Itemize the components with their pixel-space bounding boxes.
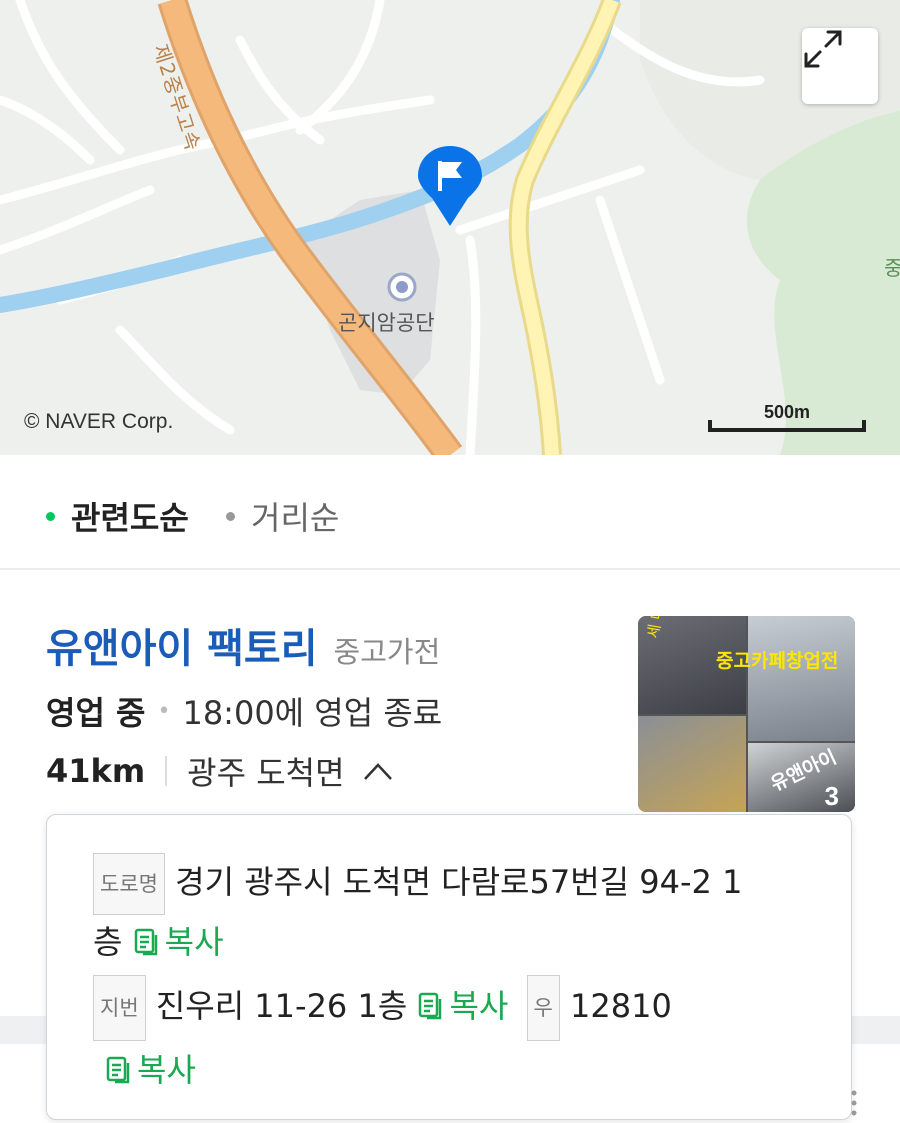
thumb-caption-2: 중고카페창업전 xyxy=(716,650,839,672)
divider xyxy=(165,756,168,786)
road-address-line1: 경기 광주시 도척면 다람로57번길 94-2 1 xyxy=(175,863,743,901)
map-copyright: © NAVER Corp. xyxy=(24,410,174,433)
scale-bar: 500m xyxy=(708,402,866,432)
place-category: 중고가전 xyxy=(333,635,441,669)
copy-label: 복사 xyxy=(137,1051,196,1089)
map-view[interactable]: 제2중부고속 곤지암공단 중 © NAVER Corp. 500m xyxy=(0,0,900,455)
chevron-up-icon[interactable] xyxy=(363,761,393,781)
place-name-link[interactable]: 유앤아이 팩토리 xyxy=(46,616,318,674)
location-row: 41km 광주 도척면 xyxy=(46,748,393,794)
lot-address: 지번 진우리 11-26 1층 복사 우 12810 복사 xyxy=(93,975,813,1099)
separator-dot: • xyxy=(157,698,171,724)
inactive-dot xyxy=(226,511,235,521)
sort-distance-label: 거리순 xyxy=(251,499,340,537)
copy-road-address-button[interactable]: 복사 xyxy=(133,923,224,961)
copy-label: 복사 xyxy=(164,923,224,961)
status-row: 영업 중 • 18:00에 영업 종료 xyxy=(46,688,442,734)
copy-postal-code-button[interactable]: 복사 xyxy=(105,1051,196,1089)
copy-label: 복사 xyxy=(449,987,509,1025)
road-address: 도로명 경기 광주시 도척면 다람로57번길 94-2 1 층 복사 xyxy=(93,853,813,969)
road-address-tag: 도로명 xyxy=(93,853,165,915)
copy-icon xyxy=(419,992,442,1020)
active-dot xyxy=(46,511,55,521)
lot-address-text: 진우리 11-26 1층 xyxy=(155,987,408,1025)
title-row: 유앤아이 팩토리 중고가전 xyxy=(46,616,440,674)
postal-tag: 우 xyxy=(526,975,560,1041)
sort-options: 관련도순 거리순 xyxy=(0,455,900,570)
road-address-line2: 층 xyxy=(93,923,123,961)
region-toggle[interactable]: 광주 도척면 xyxy=(187,748,344,794)
expand-map-button[interactable] xyxy=(802,28,878,104)
closing-time: 18:00에 영업 종료 xyxy=(182,694,443,732)
open-status: 영업 중 xyxy=(46,694,146,732)
sort-distance[interactable]: 거리순 xyxy=(226,493,339,539)
address-popup: 도로명 경기 광주시 도척면 다람로57번길 94-2 1 층 복사 지번 진우… xyxy=(46,814,852,1120)
copy-icon xyxy=(134,928,157,956)
edge-label: 중 xyxy=(884,256,900,280)
flag-pin-icon[interactable] xyxy=(418,146,482,228)
lot-address-tag: 지번 xyxy=(93,975,146,1041)
copy-lot-address-button[interactable]: 복사 xyxy=(417,987,508,1025)
expand-icon xyxy=(804,30,842,68)
distance: 41km xyxy=(46,752,146,790)
place-thumbnail[interactable]: 세 매입 전문 중고카페창업전 유앤아이 3 xyxy=(638,616,855,812)
postal-code: 12810 xyxy=(570,987,672,1025)
place-label: 곤지암공단 xyxy=(338,311,435,335)
more-options-icon[interactable] xyxy=(850,1088,858,1118)
sort-relevance-label: 관련도순 xyxy=(71,499,189,537)
copy-icon xyxy=(106,1056,130,1084)
photo-count: 3 xyxy=(824,781,839,811)
sort-relevance[interactable]: 관련도순 xyxy=(46,493,189,539)
